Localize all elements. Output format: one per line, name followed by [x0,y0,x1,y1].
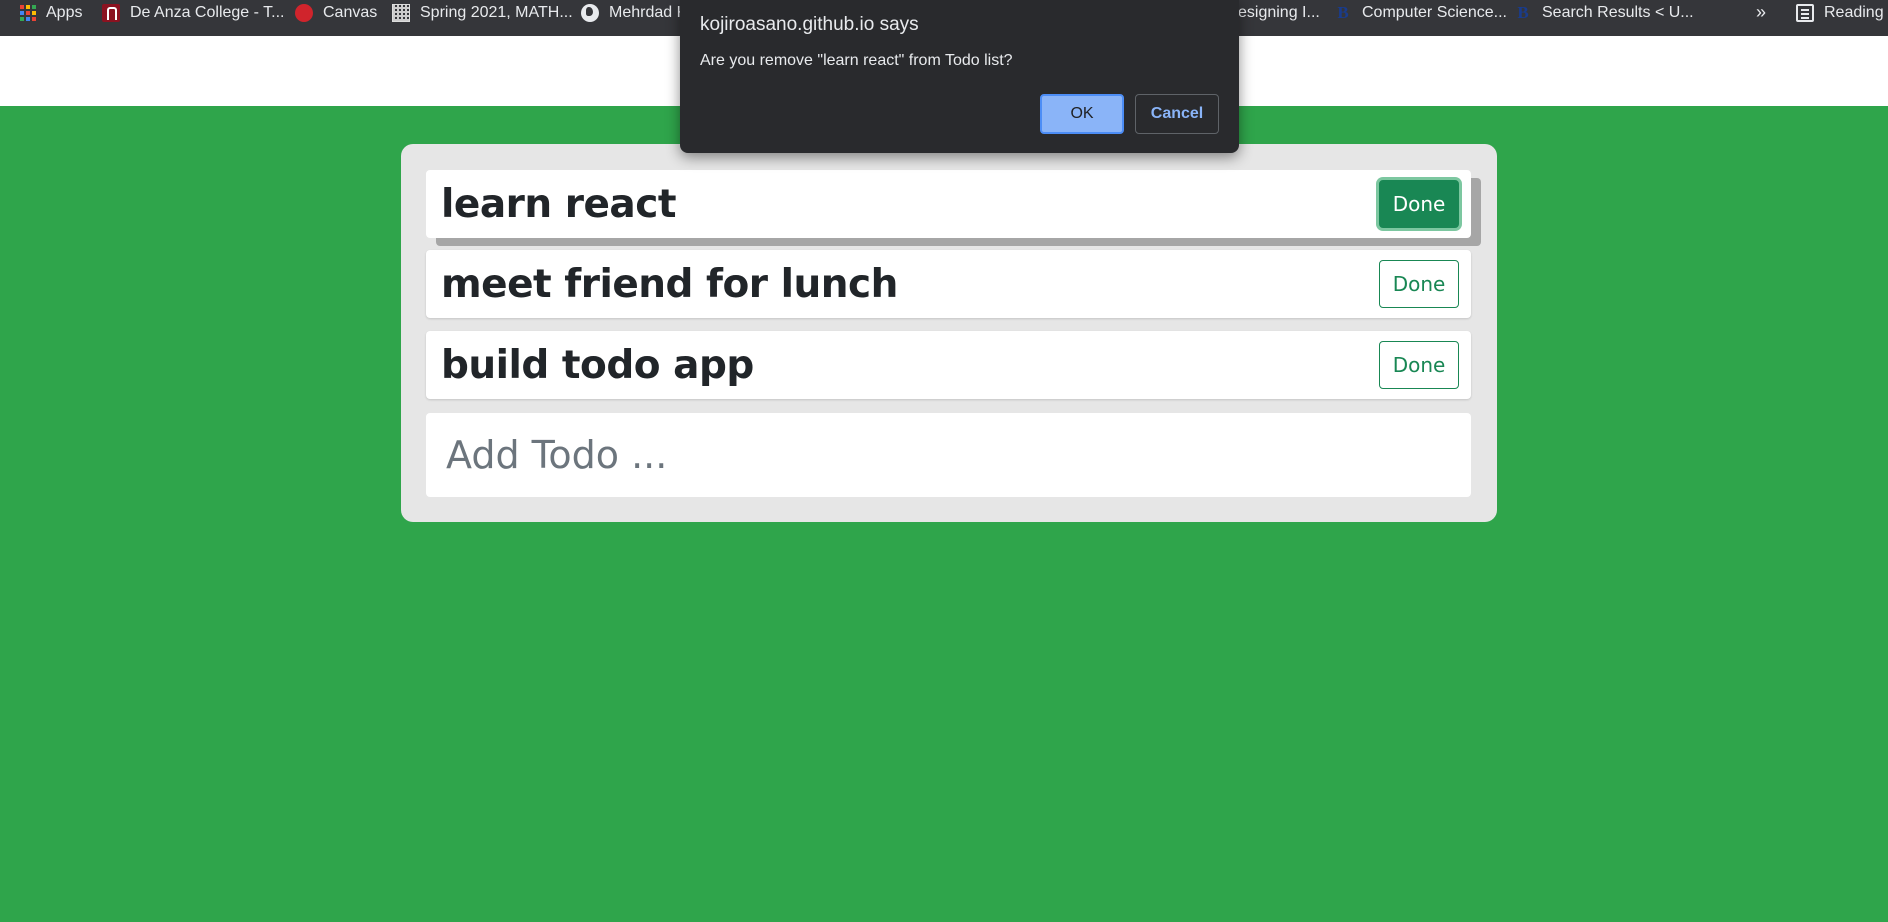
bookmark-label: Spring 2021, MATH... [420,4,573,21]
bookmark-apps[interactable]: Apps [20,0,82,26]
bookmark-label: De Anza College - T... [130,4,285,21]
bookmark-canvas[interactable]: Canvas [295,0,377,26]
bookmark-label: esigning I... [1238,4,1320,21]
globe-icon [581,4,599,22]
bookmark-label: Reading l [1824,4,1888,21]
todo-item[interactable]: learn react Done [426,170,1471,238]
todo-item[interactable]: meet friend for lunch Done [426,250,1471,318]
reading-list-button[interactable]: Reading l [1796,0,1888,26]
bookmark-mehrdad[interactable]: Mehrdad K [581,0,687,26]
bookmark-label: Mehrdad K [609,4,688,21]
dialog-message: Are you remove "learn react" from Todo l… [700,52,1013,69]
add-todo-input[interactable] [426,413,1471,497]
done-button[interactable]: Done [1379,260,1459,308]
b-icon: B [1337,3,1349,22]
bookmark-label: Search Results < U... [1542,4,1694,21]
bookmark-designing[interactable]: esigning I... [1238,0,1320,26]
canvas-icon [295,4,313,22]
grid-icon [392,4,410,22]
todo-card: learn react Done meet friend for lunch D… [401,144,1497,522]
done-button[interactable]: Done [1379,180,1459,228]
de-anza-icon [102,4,120,22]
bookmark-label: Canvas [323,4,378,21]
alert-dialog: kojiroasano.github.io says Are you remov… [680,0,1239,153]
bookmarks-overflow-chevron-icon[interactable]: » [1756,0,1766,26]
ok-button[interactable]: OK [1040,94,1124,134]
b-icon: B [1517,3,1529,22]
dialog-title: kojiroasano.github.io says [700,14,919,35]
bookmark-label: Computer Science... [1362,4,1507,21]
bookmark-de-anza[interactable]: De Anza College - T... [102,0,284,26]
todo-text: learn react [441,182,676,227]
todo-text: build todo app [441,343,754,388]
bookmark-spring-math[interactable]: Spring 2021, MATH... [392,0,573,26]
cancel-button[interactable]: Cancel [1135,94,1219,134]
apps-grid-icon [20,5,36,21]
todo-text: meet friend for lunch [441,262,898,307]
bookmark-search-results[interactable]: B Search Results < U... [1514,0,1694,26]
bookmark-label: Apps [46,4,83,21]
reading-list-icon [1796,4,1814,22]
todo-item[interactable]: build todo app Done [426,331,1471,399]
bookmark-computer-science[interactable]: B Computer Science... [1334,0,1507,26]
done-button[interactable]: Done [1379,341,1459,389]
